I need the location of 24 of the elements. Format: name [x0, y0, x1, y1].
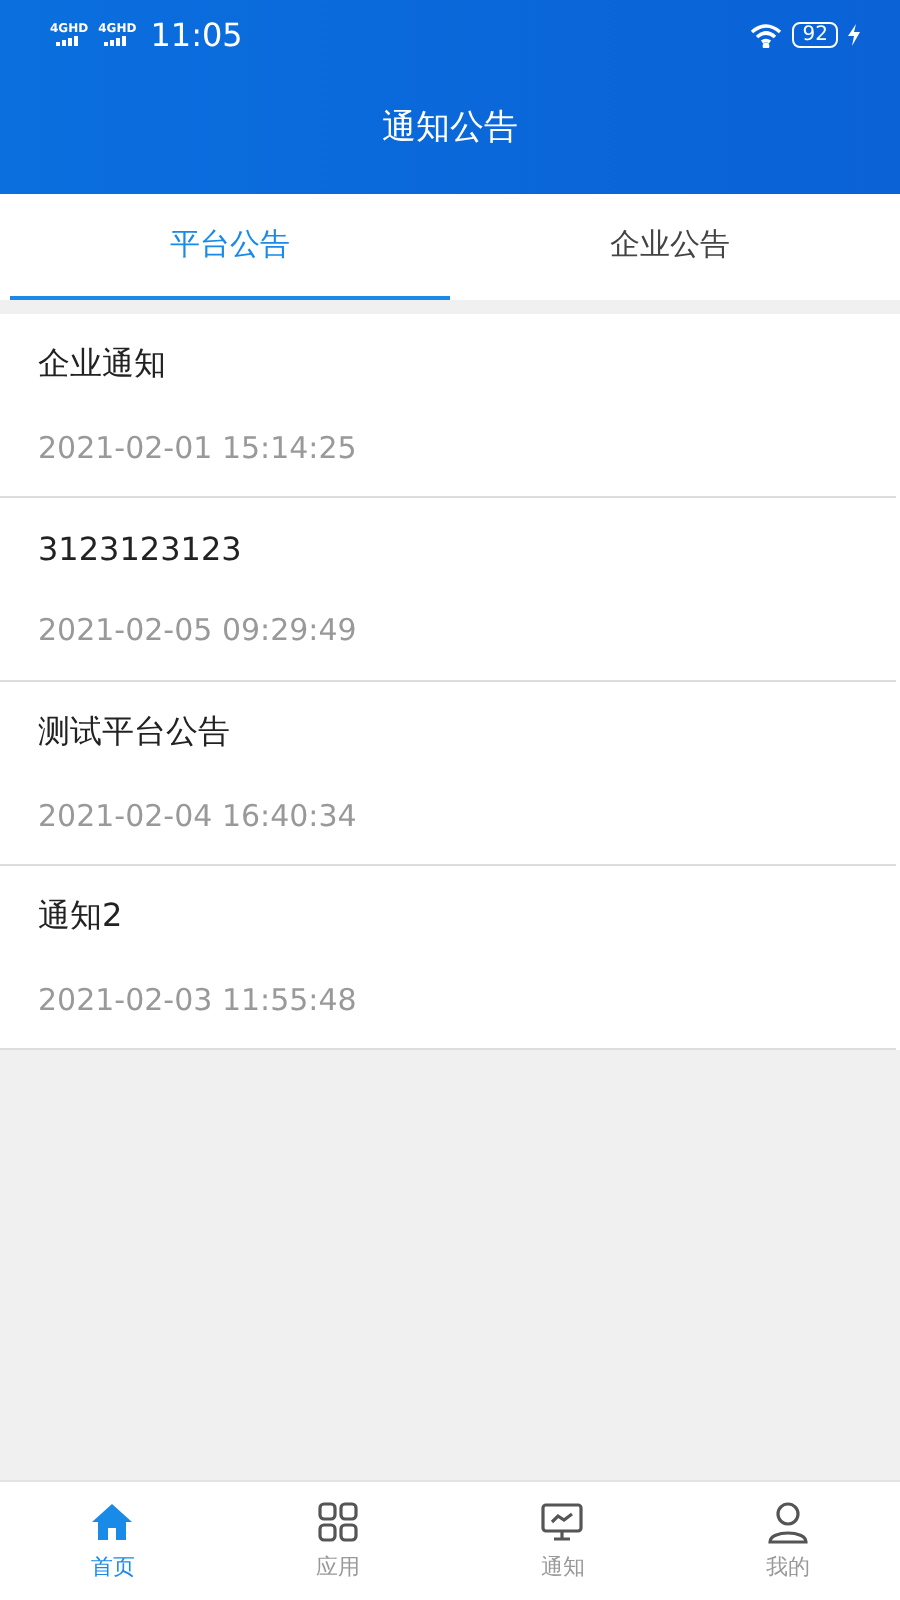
- notice-title: 3123123123: [38, 530, 244, 568]
- wifi-icon: [750, 23, 783, 47]
- battery-level: 92: [792, 22, 838, 48]
- notice-time: 2021-02-05 09:29:49: [38, 612, 359, 648]
- clock: 11:05: [150, 16, 243, 54]
- grid-icon: [315, 1500, 360, 1544]
- notice-time: 2021-02-04 16:40:34: [38, 798, 359, 834]
- notice-time: 2021-02-01 15:14:25: [38, 430, 359, 466]
- user-icon: [765, 1500, 810, 1544]
- charging-icon: [848, 24, 860, 46]
- monitor-icon: [540, 1500, 585, 1544]
- notice-title: 通知2: [38, 896, 125, 938]
- nav-tab[interactable]: 首页: [0, 1482, 225, 1600]
- tab[interactable]: 平台公告: [10, 194, 450, 300]
- page-title: 通知公告: [380, 105, 520, 151]
- notice-item[interactable]: 通知2 2021-02-03 11:55:48: [0, 866, 896, 1050]
- home-icon: [90, 1500, 135, 1544]
- notice-time: 2021-02-03 11:55:48: [38, 982, 359, 1018]
- notice-title: 测试平台公告: [38, 712, 232, 754]
- notice-item[interactable]: 企业通知 2021-02-01 15:14:25: [0, 314, 896, 498]
- notice-item[interactable]: 3123123123 2021-02-05 09:29:49: [0, 498, 896, 682]
- tab[interactable]: 企业公告: [450, 194, 890, 300]
- notice-item[interactable]: 测试平台公告 2021-02-04 16:40:34: [0, 682, 896, 866]
- notice-title: 企业通知: [38, 344, 168, 386]
